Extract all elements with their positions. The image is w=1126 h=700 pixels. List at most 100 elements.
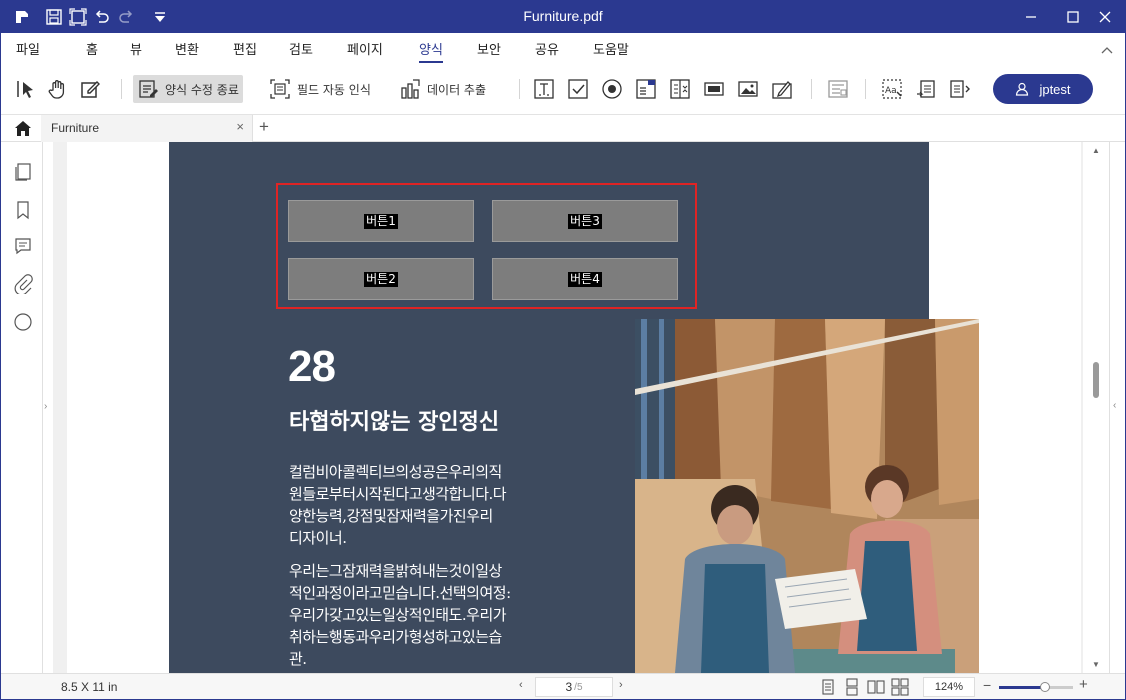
right-panel-toggle[interactable]: ‹: [1109, 142, 1125, 673]
document-viewport: 버튼1 버튼3 버튼2 버튼4 28 타협하지않는 장인정신 컬럼비아콜렉티브의…: [53, 142, 1083, 673]
zoom-in-icon[interactable]: +: [1079, 676, 1088, 693]
menu-bar: 파일 홈 뷰 변환 편집 검토 페이지 양식 보안 공유 도움말: [1, 33, 1125, 63]
user-account-button[interactable]: jptest: [993, 74, 1093, 104]
menu-help[interactable]: 도움말: [593, 39, 629, 58]
zoom-slider-fill: [999, 686, 1045, 689]
section-heading: 타협하지않는 장인정신: [289, 410, 500, 435]
field-auto-detect-button[interactable]: 필드 자동 인식: [269, 75, 371, 103]
single-page-view-icon[interactable]: [819, 678, 837, 696]
collapse-ribbon-icon[interactable]: [1101, 45, 1113, 55]
vertical-scrollbar[interactable]: ▲ ▼: [1087, 142, 1109, 673]
prev-page-icon[interactable]: ‹: [519, 679, 523, 691]
paragraph-line: 적인과정이라고믿습니다.선택의여정:: [289, 584, 511, 602]
scroll-thumb[interactable]: [1093, 362, 1099, 398]
menu-view[interactable]: 뷰: [130, 39, 142, 58]
form-button-label: 버튼4: [568, 271, 602, 287]
user-icon: [1016, 82, 1029, 96]
radio-tool-button[interactable]: [601, 75, 623, 103]
bookmark-icon[interactable]: [13, 200, 33, 220]
checkbox-icon: [568, 79, 588, 99]
search-circle-icon[interactable]: [13, 312, 33, 332]
zoom-out-icon[interactable]: −: [983, 677, 991, 693]
document-tab-bar: Furniture × +: [1, 115, 1125, 142]
paragraph-line: 우리가갖고있는일상적인태도.우리가: [289, 606, 507, 624]
tab-label: Furniture: [51, 121, 100, 135]
two-page-continuous-view-icon[interactable]: [891, 678, 909, 696]
text-field-tool-button[interactable]: [533, 75, 555, 103]
text-field-icon: [534, 79, 554, 99]
tab-close-icon[interactable]: ×: [236, 119, 244, 134]
right-panel-expand-icon[interactable]: ‹: [1113, 400, 1116, 411]
toolbar-separator: [519, 79, 520, 99]
section-number: 28: [288, 342, 336, 391]
button-tool-button[interactable]: [703, 75, 725, 103]
combo-box-tool-button[interactable]: [635, 75, 657, 103]
close-icon[interactable]: [1095, 7, 1115, 27]
list-box-icon: [670, 79, 690, 99]
next-page-icon[interactable]: ›: [619, 679, 623, 691]
form-properties-button[interactable]: [827, 75, 849, 103]
scroll-down-icon[interactable]: ▼: [1092, 660, 1100, 669]
menu-review[interactable]: 검토: [289, 39, 313, 58]
pdf-page: 버튼1 버튼3 버튼2 버튼4 28 타협하지않는 장인정신 컬럼비아콜렉티브의…: [67, 142, 1081, 673]
checkbox-tool-button[interactable]: [567, 75, 589, 103]
edit-tool-button[interactable]: [79, 75, 101, 103]
image-icon: [738, 81, 758, 97]
current-page: 3: [565, 680, 573, 694]
select-tool-button[interactable]: [15, 75, 37, 103]
maximize-icon[interactable]: [1063, 7, 1083, 27]
page-number-input[interactable]: 3 /5: [535, 677, 613, 697]
continuous-view-icon[interactable]: [843, 678, 861, 696]
comment-icon[interactable]: [13, 236, 33, 256]
paragraph-line: 우리는그잠재력을밝혀내는것이일상: [289, 562, 502, 580]
form-edit-close-button[interactable]: 양식 수정 종료: [133, 75, 243, 103]
more-tools-button[interactable]: [949, 75, 971, 103]
minimize-icon[interactable]: [1021, 7, 1041, 27]
form-button-2[interactable]: 버튼2: [288, 258, 474, 300]
menu-edit[interactable]: 편집: [233, 39, 257, 58]
page-size: 8.5 X 11 in: [61, 680, 118, 694]
menu-home[interactable]: 홈: [86, 39, 98, 58]
status-bar: 8.5 X 11 in ‹ 3 /5 › 124% − +: [1, 673, 1125, 699]
field-auto-detect-label: 필드 자동 인식: [297, 82, 371, 97]
data-extract-label: 데이터 추출: [427, 82, 487, 97]
zoom-slider[interactable]: [999, 682, 1073, 692]
new-tab-icon[interactable]: +: [259, 117, 269, 137]
tab-furniture[interactable]: Furniture ×: [41, 115, 253, 142]
sidebar-expand-icon[interactable]: ›: [44, 401, 47, 412]
import-data-button[interactable]: [915, 75, 937, 103]
form-button-label: 버튼3: [568, 213, 602, 229]
menu-share[interactable]: 공유: [535, 39, 559, 58]
paragraph-line: 원들로부터시작된다고생각합니다.다: [289, 485, 507, 503]
image-field-tool-button[interactable]: [737, 75, 759, 103]
paragraph-2: 우리는그잠재력을밝혀내는것이일상 적인과정이라고믿습니다.선택의여정: 우리가갖…: [289, 560, 579, 670]
zoom-level-input[interactable]: 124%: [923, 677, 975, 697]
data-extract-button[interactable]: 데이터 추출: [399, 75, 486, 103]
paragraph-line: 양한능력,강점및잠재력을가진우리: [289, 507, 493, 525]
zoom-slider-handle[interactable]: [1039, 682, 1050, 692]
form-button-1[interactable]: 버튼1: [288, 200, 474, 242]
user-name: jptest: [1039, 81, 1071, 97]
list-box-tool-button[interactable]: [669, 75, 691, 103]
signature-field-tool-button[interactable]: [771, 75, 793, 103]
hand-tool-button[interactable]: [47, 75, 69, 103]
text-recognition-icon: Aa: [882, 79, 902, 99]
export-data-icon: [950, 80, 970, 98]
select-cursor-icon: [17, 81, 33, 98]
total-pages: /5: [574, 681, 583, 693]
home-icon[interactable]: [14, 120, 32, 137]
workshop-photo: [635, 319, 979, 673]
page-content-panel: 버튼1 버튼3 버튼2 버튼4 28 타협하지않는 장인정신 컬럼비아콜렉티브의…: [169, 142, 979, 673]
scroll-up-icon[interactable]: ▲: [1092, 146, 1100, 155]
menu-page[interactable]: 페이지: [347, 39, 383, 58]
menu-security[interactable]: 보안: [477, 39, 501, 58]
form-button-4[interactable]: 버튼4: [492, 258, 678, 300]
two-page-view-icon[interactable]: [867, 678, 885, 696]
text-recognition-button[interactable]: Aa: [881, 75, 903, 103]
pages-thumbnail-icon[interactable]: [13, 162, 33, 182]
form-button-3[interactable]: 버튼3: [492, 200, 678, 242]
menu-file[interactable]: 파일: [16, 39, 40, 58]
attachment-icon[interactable]: [13, 274, 33, 294]
menu-form[interactable]: 양식: [419, 39, 443, 63]
menu-convert[interactable]: 변환: [175, 39, 199, 58]
